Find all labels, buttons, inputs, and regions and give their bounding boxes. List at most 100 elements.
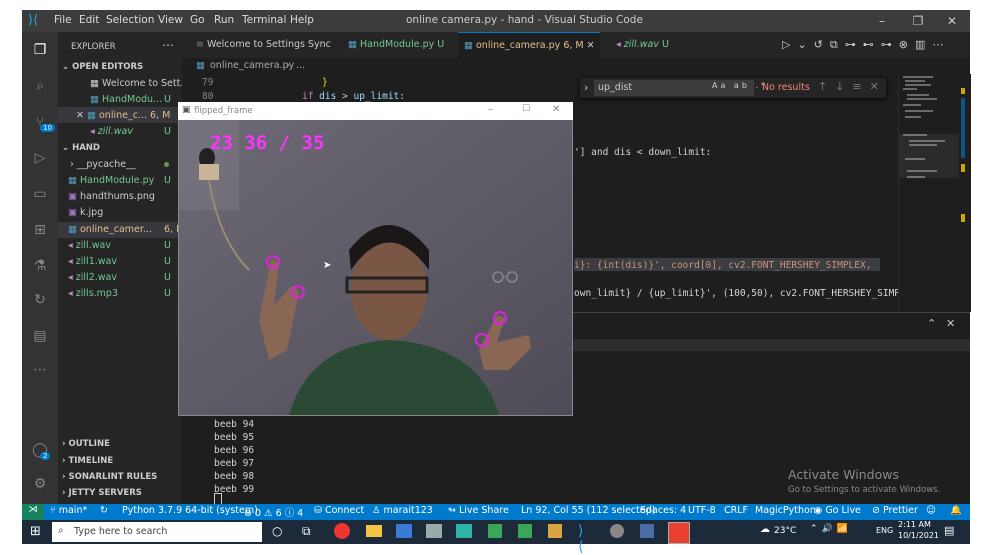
app-icon[interactable] [396,524,412,538]
problems-status[interactable]: ⊗ 0 ⚠ 6 ⓘ 4 [244,505,303,519]
open-editor-item[interactable]: ▦ Welcome to Sett... [90,78,189,89]
find-nav-icons[interactable]: ↑↓≡✕ [818,80,887,93]
find-input[interactable]: up_dist [598,82,632,93]
file-item[interactable]: › __pycache__ [70,159,136,170]
menu-go[interactable]: Go [190,14,205,26]
open-editor-item[interactable]: ▦ HandModu... U [90,94,171,105]
live-share-icon[interactable]: ↻ [30,290,50,310]
file-item[interactable]: ▣ k.jpg [68,207,103,218]
connect-status[interactable]: ⛁ Connect [314,505,364,516]
cursor-position[interactable]: Ln 92, Col 55 (112 selected) [521,505,655,516]
input-language[interactable]: ENG [876,526,893,535]
file-item[interactable]: ▦ HandModule.py U [68,175,171,186]
branch-status[interactable]: ⑂ main* [50,505,87,516]
sonarlint-section[interactable]: › SONARLINT RULES [62,472,157,482]
camera-minimize-icon[interactable]: – [488,104,493,115]
sync-icon[interactable]: ↻ [100,505,108,516]
close-icon[interactable]: ✕ [76,110,87,121]
menu-file[interactable]: File [54,14,72,26]
jetty-section[interactable]: › JETTY SERVERS [62,488,142,498]
maximize-panel-icon[interactable]: ⌃ [927,317,936,330]
open-editors-header[interactable]: ⌄ OPEN EDITORS [62,62,143,72]
open-editor-item-active[interactable]: ✕ ▦ online_c... 6, M [76,110,170,121]
language-mode[interactable]: MagicPython [755,505,816,516]
folder-header-hand[interactable]: ⌄ HAND [62,143,100,153]
user-status[interactable]: ♙ marait123 [372,505,433,516]
settings-gear-icon[interactable]: ⚙ [30,474,50,494]
breadcrumb-file[interactable]: online_camera.py [210,60,294,71]
tray-icons[interactable]: ⌃🔊📶 [810,524,852,534]
taskbar-search-input[interactable]: Type here to search [74,526,167,537]
feedback-icon[interactable]: ☺ [926,505,936,516]
file-explorer-icon[interactable] [366,525,382,537]
encoding[interactable]: UTF-8 [688,505,716,516]
extensions-icon[interactable]: ⊞ [30,220,50,240]
menu-selection[interactable]: Selection [106,14,154,26]
app-icon[interactable] [456,524,472,538]
notifications-icon[interactable]: 🔔 [950,505,962,516]
testing-icon[interactable]: ⚗ [30,256,50,276]
app-icon[interactable] [488,524,502,538]
remote-indicator-icon[interactable]: ⋊ [22,504,44,520]
file-item[interactable]: ◂ zill1.wav U [68,256,171,267]
cortana-icon[interactable]: ○ [272,524,282,538]
clock-date[interactable]: 10/1/2021 [898,531,939,540]
app-icon[interactable] [640,524,654,538]
prettier-status[interactable]: ⊘ Prettier [872,505,918,516]
active-app-icon[interactable] [668,522,690,544]
file-item-active[interactable]: ▦ online_camer... 6, M [68,224,184,235]
file-item[interactable]: ◂ zill2.wav U [68,272,171,283]
tab-zill[interactable]: ◂ zill.wav U [610,32,675,58]
remote-explorer-icon[interactable]: ▭ [30,184,50,204]
chrome-icon[interactable] [334,523,350,539]
menu-terminal[interactable]: Terminal [242,14,286,26]
minimize-icon[interactable]: – [874,13,890,29]
tab-close-icon[interactable]: ✕ [587,40,595,51]
app-icon[interactable] [426,524,442,538]
menu-edit[interactable]: Edit [79,14,99,26]
menu-help[interactable]: Help [290,14,314,26]
menu-view[interactable]: View [158,14,183,26]
go-live[interactable]: ◉ Go Live [814,505,861,516]
tab-handmodule[interactable]: ▦ HandModule.py U [342,32,450,58]
camera-close-icon[interactable]: ✕ [552,104,560,115]
app-icon[interactable] [548,524,562,538]
indentation[interactable]: Spaces: 4 [640,505,686,516]
end-of-line[interactable]: CRLF [724,505,748,516]
file-item[interactable]: ▣ handthums.png [68,191,155,202]
restore-icon[interactable]: ❐ [910,13,926,29]
app-icon[interactable] [518,524,532,538]
file-item[interactable]: ◂ zills.mp3 U [68,288,171,299]
tab-online-camera[interactable]: ▦ online_camera.py 6, M ✕ [458,32,600,59]
notification-center-icon[interactable]: ▤ [944,524,954,537]
toggle-replace-icon[interactable]: › [584,81,588,94]
vscode-taskbar-icon[interactable]: ⟩⟨ [578,523,583,555]
close-panel-icon[interactable]: ✕ [946,317,955,330]
task-view-icon[interactable]: ⧉ [302,524,311,539]
start-icon[interactable]: ⊞ [30,524,41,539]
file-item[interactable]: ◂ zill.wav U [68,240,171,251]
weather-icon[interactable]: ☁ [760,524,770,535]
camera-maximize-icon[interactable]: ☐ [522,104,530,114]
app-icon[interactable] [610,524,624,538]
outline-section[interactable]: › OUTLINE [62,439,110,449]
python-interpreter[interactable]: Python 3.7.9 64-bit (system) [122,505,258,516]
editor-actions[interactable]: ▷⌄↺⧉⊶⊷⊶⊗▥⋯ [782,38,950,52]
explorer-more-icon[interactable]: ⋯ [162,38,174,52]
docker-icon[interactable]: ▤ [30,326,50,346]
minimap[interactable] [898,74,971,312]
explorer-icon[interactable]: ❐ [30,40,50,60]
open-editor-item[interactable]: ◂ zill.wav U [90,126,171,137]
close-icon[interactable]: ✕ [944,13,960,29]
more-icon[interactable]: ⋯ [30,360,50,380]
live-share-status[interactable]: ↬ Live Share [448,505,509,516]
temperature: 23°C [774,526,797,536]
timeline-section[interactable]: › TIMELINE [62,456,113,466]
run-debug-icon[interactable]: ▷ [30,148,50,168]
clock-time[interactable]: 2:11 AM [898,520,931,529]
breadcrumb-more[interactable]: ... [296,60,305,71]
menu-run[interactable]: Run [214,14,234,26]
tab-welcome[interactable]: ≡ Welcome to Settings Sync [190,32,337,58]
find-options-icons[interactable]: Aa ab .* [712,81,768,90]
search-icon[interactable]: ⌕ [30,76,50,96]
